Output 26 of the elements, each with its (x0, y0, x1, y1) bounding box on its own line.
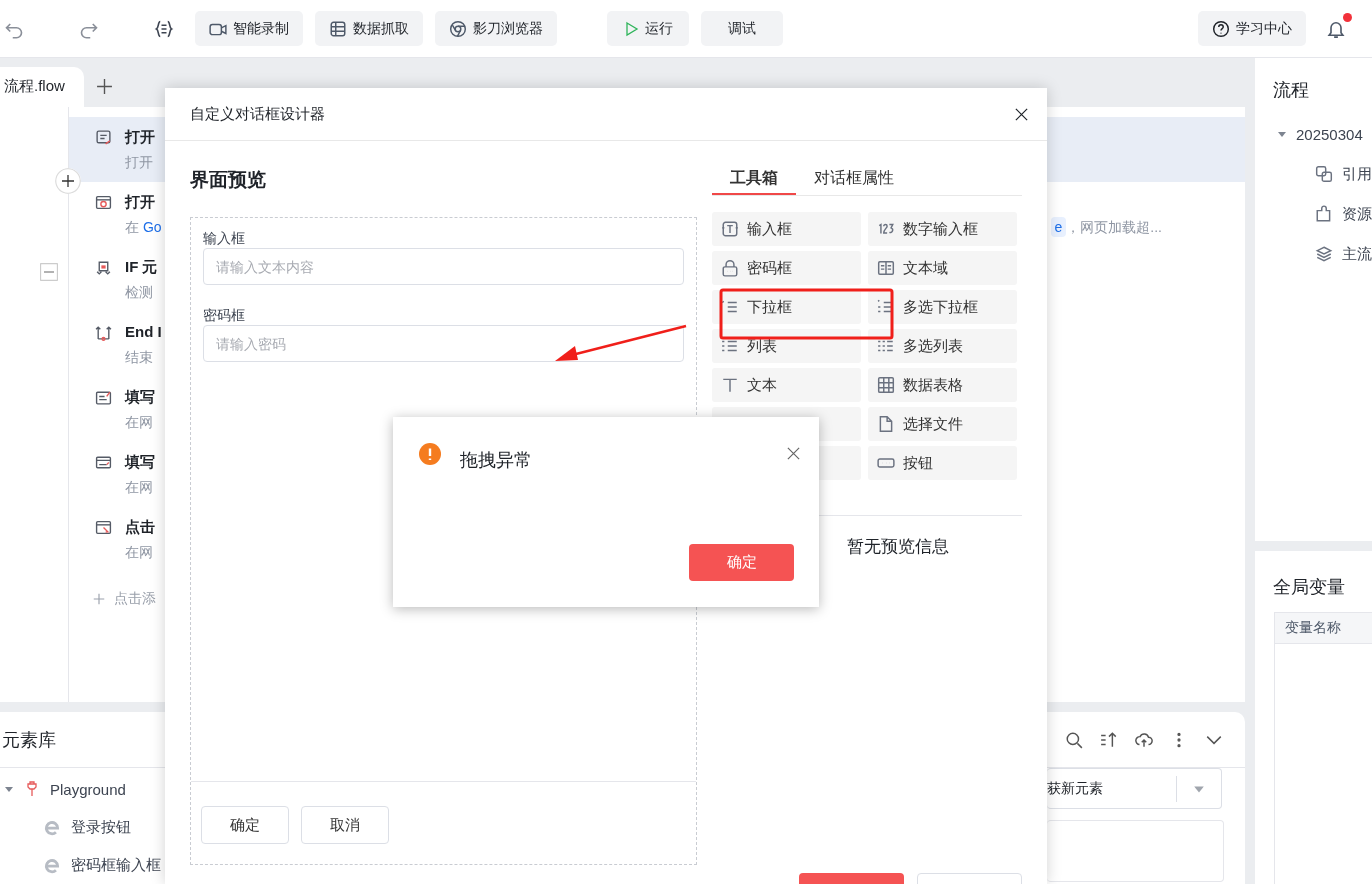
step-description: 在 Go (125, 217, 162, 237)
step-title: IF 元 (125, 256, 158, 277)
empty-message: 暂无预览信息 (846, 537, 949, 556)
step-title: End I (125, 321, 162, 342)
field-label: 密码框 (203, 306, 246, 325)
panel-title: 全局变量 (1273, 576, 1346, 599)
variable-chip: e (1050, 216, 1067, 237)
step-title: 打开 (125, 126, 155, 147)
field-label: 输入框 (203, 229, 246, 248)
step-description: 在网 (125, 477, 153, 497)
step-description: 检测 (125, 282, 153, 302)
step-description: 结束 (125, 347, 153, 367)
step-description: 打开 (125, 152, 153, 172)
panel-title: 元素库 (2, 728, 56, 752)
alert-title: 拖拽异常 (460, 449, 533, 472)
step-title: 填写 (125, 386, 155, 407)
step-title: 打开 (125, 191, 155, 212)
panel-title: 流程 (1273, 79, 1310, 102)
step-description: ，网页加载超... (1066, 217, 1162, 237)
column-header: 变量名称 (1285, 619, 1341, 637)
step-description: 在网 (125, 412, 153, 432)
section-title: 界面预览 (190, 168, 267, 192)
step-description: 在网 (125, 542, 153, 562)
dialog-title: 自定义对话框设计器 (190, 104, 325, 124)
step-title: 填写 (125, 451, 155, 472)
step-title: 点击 (125, 516, 155, 537)
